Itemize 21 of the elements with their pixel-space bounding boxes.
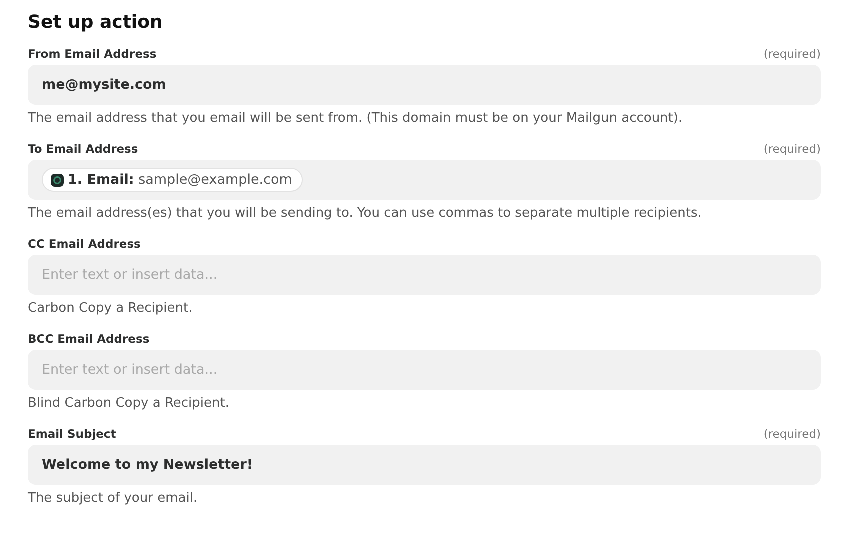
input-field[interactable]: Enter text or insert data... (28, 255, 821, 295)
help-text: The email address(es) that you will be sending to. You can use commas to separate multiple recipients. (28, 206, 703, 221)
field-label: CC Email Address (28, 237, 141, 251)
input-field[interactable]: Enter text or insert data... (28, 350, 821, 390)
input-field[interactable]: me@mysite.com (28, 65, 821, 105)
required-note: (required) (764, 427, 821, 441)
field-label: Email Subject (28, 427, 116, 441)
data-pill[interactable]: 1. Email: sample@example.com (42, 168, 304, 192)
help-text: Carbon Copy a Recipient. (28, 301, 194, 316)
section-title: Set up action (28, 12, 164, 33)
field-label: To Email Address (28, 142, 138, 156)
input-field[interactable]: 1. Email: sample@example.com (28, 160, 821, 200)
app-icon (51, 174, 64, 186)
required-note: (required) (764, 142, 821, 156)
field-label: From Email Address (28, 47, 157, 61)
help-text: Blind Carbon Copy a Recipient. (28, 396, 230, 411)
field-label: BCC Email Address (28, 332, 150, 346)
required-note: (required) (764, 47, 821, 61)
help-text: The subject of your email. (28, 491, 199, 506)
input-field[interactable]: Welcome to my Newsletter! (28, 445, 821, 485)
help-text: The email address that you email will be sent from. (This domain must be on your Mailgun account). (28, 111, 684, 126)
